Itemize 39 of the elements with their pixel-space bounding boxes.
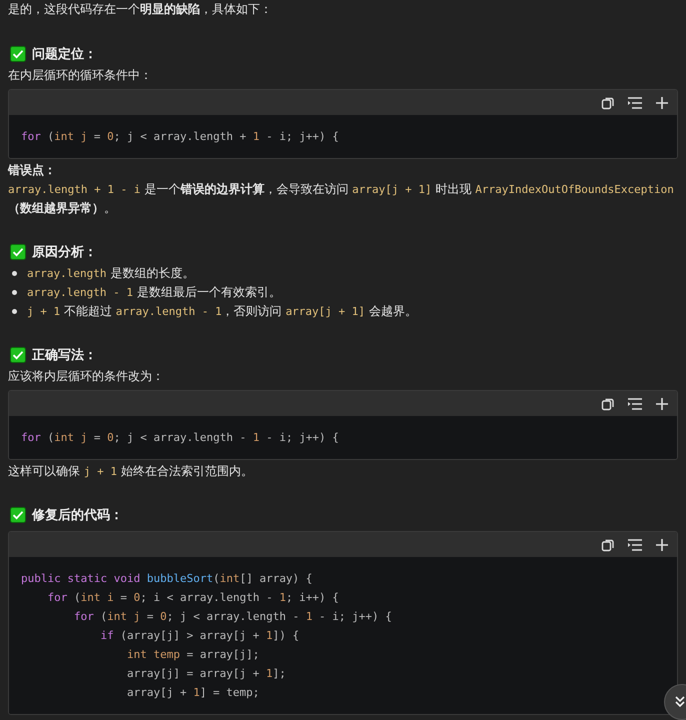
code-line: if (array[j] > array[j + 1]) { [99,628,300,644]
check-mark-icon [10,46,26,62]
code-line: array[j] = array[j + 1]; [126,666,287,682]
code-line: for (int j = 0; j < array.length - 1 - i; j++) { [72,609,393,625]
plus-icon[interactable] [655,96,669,110]
section-heading: 修复后的代码： [32,506,123,524]
plus-icon[interactable] [655,538,669,552]
section-heading: 问题定位： [32,46,97,63]
section-heading: 正确写法： [32,347,97,364]
list-item-text: array.length - 1 是数组最后一个有效索引。 [27,284,281,301]
double-chevron-down-icon [673,695,686,709]
wrap-lines-icon[interactable] [627,538,643,552]
code-line: for (int j = 0; j < array.length - 1 - i; j++) { [21,430,340,446]
paragraph: 错误点： [8,162,57,179]
paragraph: 这样可以确保 j + 1 始终在合法索引范围内。 [8,463,254,480]
code-line: int temp = array[j]; [126,647,260,663]
check-mark-icon [10,507,26,523]
code-line: for (int j = 0; j < array.length + 1 - i; j++) { [21,129,340,145]
check-mark-icon [10,244,26,260]
intro-text: 是的，这段代码存在一个明显的缺陷，具体如下： [8,1,273,18]
list-item-text: j + 1 不能超过 array.length - 1，否则访问 array[j + 1] 会越界。 [27,303,417,320]
paragraph: array.length + 1 - i 是一个错误的边界计算，会导致在访问 array[j + 1] 时出现 ArrayIndexOutOfBoundsException （数组越界异常）。 [8,181,675,217]
section-heading: 原因分析： [32,244,97,261]
check-mark-icon [10,347,26,363]
wrap-lines-icon[interactable] [627,96,643,110]
plus-icon[interactable] [655,396,669,410]
copy-icon[interactable] [601,96,615,110]
copy-icon[interactable] [601,538,615,552]
bullet-icon [12,271,17,276]
paragraph: 应该将内层循环的条件改为： [8,368,165,385]
code-line: for (int i = 0; i < array.length - 1; i++) { [46,590,340,606]
wrap-lines-icon[interactable] [627,396,643,410]
bullet-icon [12,309,17,314]
list-item-text: array.length 是数组的长度。 [27,265,194,282]
bullet-icon [12,290,17,295]
code-line: public static void bubbleSort(int[] array) { [21,571,314,587]
paragraph: 在内层循环的循环条件中： [8,67,153,84]
copy-icon[interactable] [601,396,615,410]
code-line: array[j + 1] = temp; [126,685,260,701]
